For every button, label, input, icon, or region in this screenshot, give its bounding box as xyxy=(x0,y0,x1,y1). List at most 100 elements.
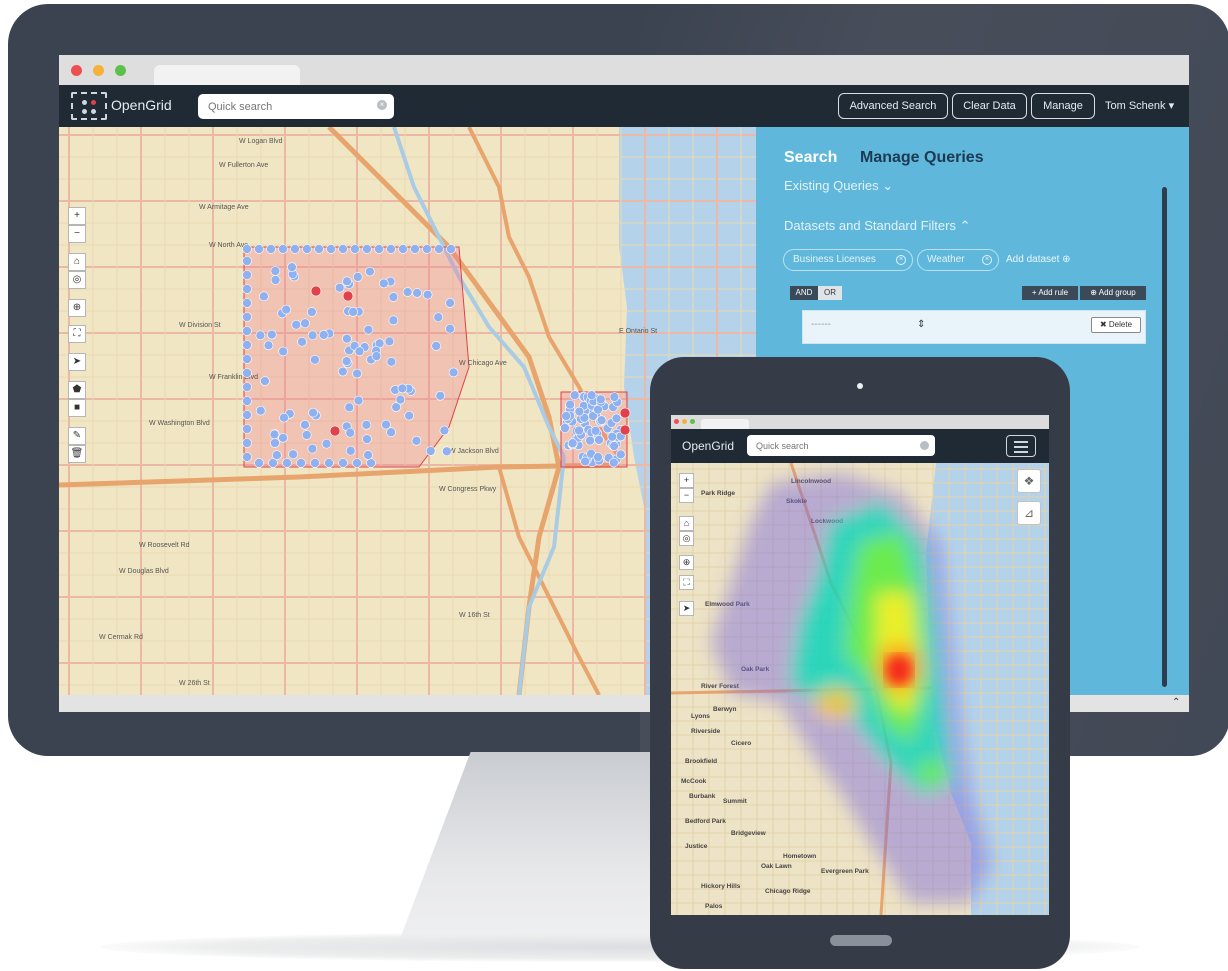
license-marker-selected[interactable] xyxy=(329,425,341,437)
license-marker[interactable] xyxy=(308,407,318,418)
license-marker[interactable] xyxy=(560,423,570,433)
delete-layer-icon[interactable]: 🗑 xyxy=(68,445,86,463)
hamburger-menu-icon[interactable] xyxy=(1006,435,1036,457)
license-marker[interactable] xyxy=(580,456,590,467)
license-marker[interactable] xyxy=(242,298,252,308)
user-menu[interactable]: Tom Schenk ▾ xyxy=(1105,99,1174,112)
license-marker[interactable] xyxy=(282,458,292,468)
zoom-out-button[interactable]: − xyxy=(679,488,694,503)
license-marker[interactable] xyxy=(272,450,282,461)
license-marker[interactable] xyxy=(338,244,348,254)
and-toggle-button[interactable]: AND xyxy=(790,286,818,300)
license-marker[interactable] xyxy=(301,430,312,440)
license-marker[interactable] xyxy=(593,452,603,462)
rule-field-select[interactable]: ------ ⇕ xyxy=(811,319,961,335)
navigate-arrow-icon[interactable]: ➤ xyxy=(68,353,86,371)
license-marker[interactable] xyxy=(345,427,356,438)
license-marker[interactable] xyxy=(341,356,352,366)
license-marker[interactable] xyxy=(242,326,252,336)
license-marker[interactable] xyxy=(242,284,252,294)
license-marker[interactable] xyxy=(288,449,298,460)
zoom-box-icon[interactable]: ⊕ xyxy=(68,299,86,317)
edit-layer-icon[interactable]: ✎ xyxy=(68,427,86,445)
draw-polygon-icon[interactable]: ⬟ xyxy=(68,381,86,399)
license-marker[interactable] xyxy=(439,425,450,436)
tablet-home-button[interactable] xyxy=(830,935,892,946)
app-title[interactable]: OpenGrid xyxy=(111,97,172,113)
license-marker[interactable] xyxy=(242,438,252,448)
license-marker[interactable] xyxy=(242,256,252,266)
license-marker[interactable] xyxy=(321,438,332,449)
license-marker[interactable] xyxy=(425,446,436,456)
license-marker[interactable] xyxy=(350,244,360,254)
license-marker[interactable] xyxy=(260,376,270,386)
license-marker[interactable] xyxy=(297,336,307,347)
license-marker[interactable] xyxy=(266,244,276,254)
existing-queries-toggle[interactable]: Existing Queries ⌄ xyxy=(784,178,893,194)
license-marker[interactable] xyxy=(300,420,310,430)
license-marker[interactable] xyxy=(422,289,433,300)
license-marker[interactable] xyxy=(242,424,252,434)
zoom-box-icon[interactable]: ⊕ xyxy=(679,555,694,570)
or-toggle-button[interactable]: OR xyxy=(818,286,842,300)
home-icon[interactable]: ⌂ xyxy=(68,253,86,271)
license-marker[interactable] xyxy=(326,244,336,254)
navigate-arrow-icon[interactable]: ➤ xyxy=(679,601,694,616)
license-marker[interactable] xyxy=(379,278,389,289)
tab-manage-queries[interactable]: Manage Queries xyxy=(860,149,984,167)
license-marker[interactable] xyxy=(242,410,252,420)
license-marker[interactable] xyxy=(609,457,619,468)
locate-icon[interactable]: ◎ xyxy=(68,271,86,289)
license-marker[interactable] xyxy=(412,288,422,298)
license-marker[interactable] xyxy=(278,433,288,443)
close-dot-icon[interactable] xyxy=(674,419,679,424)
license-marker[interactable] xyxy=(269,429,280,440)
license-marker[interactable] xyxy=(348,307,358,317)
license-marker[interactable] xyxy=(318,330,329,340)
license-marker[interactable] xyxy=(270,266,281,276)
license-marker[interactable] xyxy=(278,244,288,254)
license-marker[interactable] xyxy=(242,312,252,322)
license-marker[interactable] xyxy=(565,399,575,410)
license-marker[interactable] xyxy=(607,431,618,442)
add-group-button[interactable]: ⊕ Add group xyxy=(1080,286,1146,300)
license-marker-selected[interactable] xyxy=(619,424,631,436)
chevron-up-icon[interactable]: ⌃ xyxy=(1172,697,1180,708)
license-marker-selected[interactable] xyxy=(310,285,322,297)
license-marker[interactable] xyxy=(398,244,408,254)
license-marker[interactable] xyxy=(263,340,274,351)
license-marker[interactable] xyxy=(594,435,604,445)
license-marker[interactable] xyxy=(287,262,297,272)
license-marker[interactable] xyxy=(255,330,266,341)
quick-search-input[interactable] xyxy=(747,435,935,456)
zoom-in-button[interactable]: + xyxy=(679,473,694,488)
license-marker[interactable] xyxy=(365,266,375,277)
datasets-filters-toggle[interactable]: Datasets and Standard Filters ⌃ xyxy=(784,218,970,234)
license-marker[interactable] xyxy=(561,411,571,421)
remove-dataset-icon[interactable]: × xyxy=(896,255,906,265)
license-marker[interactable] xyxy=(404,410,414,421)
home-icon[interactable]: ⌂ xyxy=(679,516,694,531)
license-marker[interactable] xyxy=(386,244,396,254)
license-marker[interactable] xyxy=(361,420,372,430)
license-marker[interactable] xyxy=(259,291,269,302)
maximize-dot-icon[interactable] xyxy=(690,419,695,424)
license-marker[interactable] xyxy=(442,446,452,457)
license-marker[interactable] xyxy=(242,270,252,280)
license-marker[interactable] xyxy=(362,434,372,444)
opengrid-logo-icon[interactable] xyxy=(71,92,107,120)
license-marker[interactable] xyxy=(402,287,413,297)
license-marker[interactable] xyxy=(434,244,444,254)
panel-scrollbar[interactable] xyxy=(1162,187,1167,687)
license-marker[interactable] xyxy=(307,330,318,341)
license-marker[interactable] xyxy=(363,450,373,460)
tablet-heatmap[interactable]: Park RidgeElmwood ParkOak ParkBerwynCice… xyxy=(671,463,1049,915)
license-marker-selected[interactable] xyxy=(342,290,354,302)
delete-rule-button[interactable]: ✖ Delete xyxy=(1091,317,1141,333)
license-marker[interactable] xyxy=(362,244,372,254)
license-marker[interactable] xyxy=(569,390,580,401)
minimize-dot-icon[interactable] xyxy=(93,65,104,76)
draw-rectangle-icon[interactable]: ■ xyxy=(68,399,86,417)
license-marker[interactable] xyxy=(384,336,395,347)
dataset-chip-weather[interactable]: Weather × xyxy=(917,249,999,271)
